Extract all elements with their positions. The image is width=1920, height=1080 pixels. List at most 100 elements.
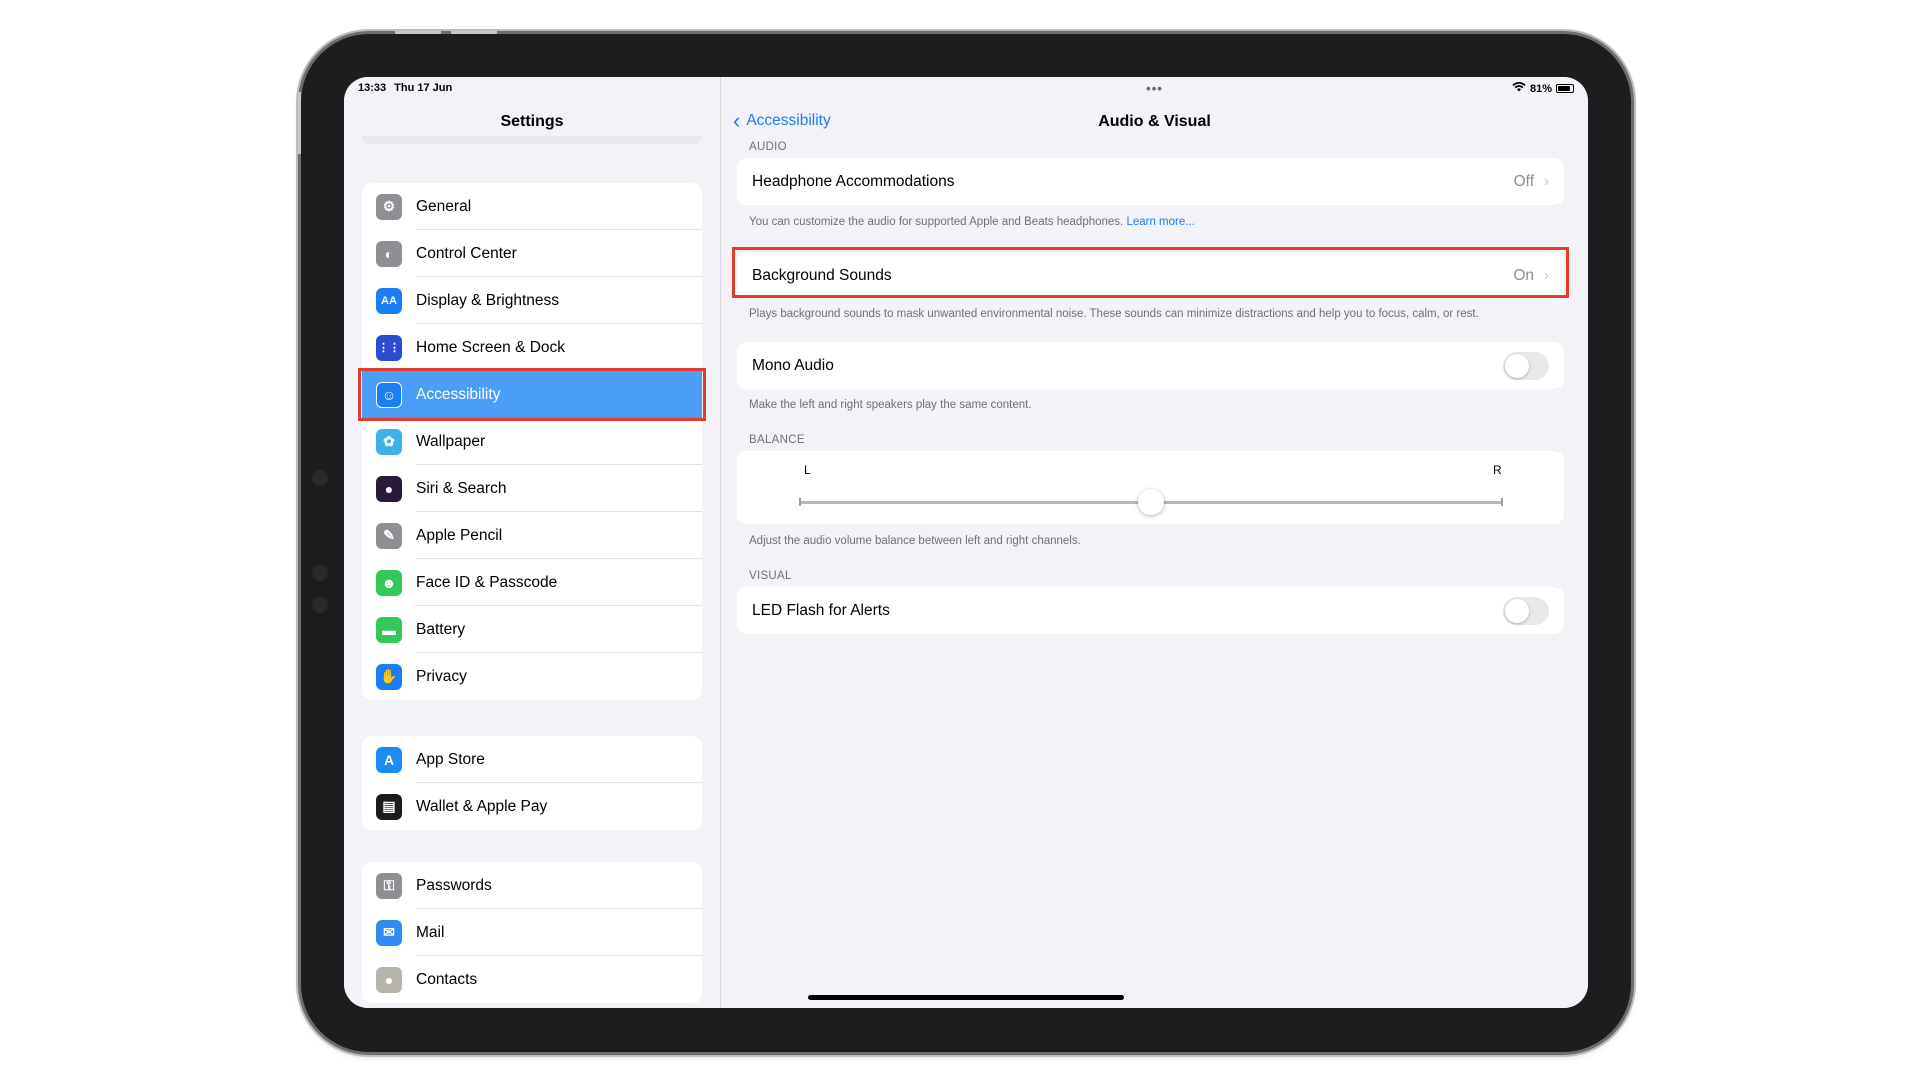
sidebar-item-label: Home Screen & Dock [416, 338, 566, 356]
sidebar-title: Settings [500, 113, 564, 130]
page-title: Audio & Visual [1098, 113, 1211, 130]
led-flash-toggle[interactable] [1503, 596, 1549, 625]
sidebar-item-apple-pencil[interactable]: ✎ Apple Pencil [362, 512, 702, 559]
settings-sidebar: 13:33 Thu 17 Jun Settings ⚙ General ◐ Contro… [344, 77, 721, 1008]
status-date: Thu 17 Jun [394, 82, 453, 94]
sidebar-item-label: Accessibility [416, 385, 501, 403]
headphone-footer: You can customize the audio for supporte… [749, 216, 1195, 228]
pencil-icon: ✎ [376, 522, 402, 549]
learn-more-link[interactable]: Learn more... [1126, 216, 1194, 228]
background-sounds-value: On [1513, 266, 1534, 284]
wifi-icon [1512, 82, 1526, 95]
top-button-left [395, 31, 441, 34]
sidebar-group-store: A App Store ▤ Wallet & Apple Pay [362, 736, 702, 830]
mono-audio-row: Mono Audio [737, 342, 1564, 389]
balance-slider-thumb[interactable] [1138, 489, 1164, 515]
sidebar-item-label: Wallet & Apple Pay [416, 797, 548, 815]
detail-pane: ••• 81% ‹ Accessibility Audio & Visual A… [721, 77, 1588, 1008]
home-indicator[interactable] [808, 995, 1124, 1000]
background-sounds-footer: Plays background sounds to mask unwanted… [749, 308, 1479, 320]
sidebar-item-label: Mail [416, 923, 445, 941]
sidebar-item-accessibility[interactable]: ☺ Accessibility [362, 371, 702, 418]
balance-left-label: L [804, 463, 811, 477]
siri-icon: ● [376, 475, 402, 502]
status-right: 81% [1512, 82, 1574, 95]
contacts-icon: ● [376, 966, 402, 993]
balance-tick-right [1501, 498, 1503, 506]
sidebar-group-apps: ⚿ Passwords ✉ Mail ● Contacts [362, 862, 702, 1003]
face-id-icon: ☻ [376, 569, 402, 596]
headphone-accommodations-card: Headphone Accommodations Off › [737, 158, 1564, 205]
sidebar-item-mail[interactable]: ✉ Mail [362, 909, 702, 956]
sidebar-item-general[interactable]: ⚙ General [362, 183, 702, 230]
section-header-balance: BALANCE [749, 434, 805, 446]
side-button [298, 92, 301, 154]
mail-icon: ✉ [376, 919, 402, 946]
camera-dot-3 [312, 597, 328, 613]
sidebar-item-label: General [416, 197, 472, 215]
sidebar-item-control-center[interactable]: ◐ Control Center [362, 230, 702, 277]
balance-footer: Adjust the audio volume balance between … [749, 535, 1081, 547]
gear-icon: ⚙ [376, 193, 402, 220]
camera-dot-1 [312, 470, 328, 486]
sidebar-item-label: Apple Pencil [416, 526, 503, 544]
section-header-visual: VISUAL [749, 570, 792, 582]
sidebar-item-app-store[interactable]: A App Store [362, 736, 702, 783]
sidebar-item-battery[interactable]: ▬ Battery [362, 606, 702, 653]
sidebar-item-wallpaper[interactable]: ✿ Wallpaper [362, 418, 702, 465]
sidebar-item-label: Control Center [416, 244, 517, 262]
led-flash-row: LED Flash for Alerts [737, 587, 1564, 634]
headphone-accommodations-label: Headphone Accommodations [752, 172, 955, 190]
sidebar-item-privacy[interactable]: ✋ Privacy [362, 653, 702, 700]
mono-audio-label: Mono Audio [752, 356, 834, 374]
battery-percentage: 81% [1529, 82, 1552, 95]
headphone-accommodations-row[interactable]: Headphone Accommodations Off › [737, 158, 1564, 205]
multitasking-dots[interactable]: ••• [721, 81, 1588, 96]
balance-slider-track[interactable] [799, 489, 1503, 515]
sidebar-item-passwords[interactable]: ⚿ Passwords [362, 862, 702, 909]
mono-audio-card: Mono Audio [737, 342, 1564, 389]
background-sounds-label: Background Sounds [752, 266, 892, 284]
sidebar-item-label: App Store [416, 750, 485, 768]
sidebar-item-home-screen-and-dock[interactable]: ⋮⋮ Home Screen & Dock [362, 324, 702, 371]
mono-audio-toggle[interactable] [1503, 351, 1549, 380]
sidebar-group-system: ⚙ General ◐ Control Center AA Display & Brigh… [362, 183, 702, 700]
chevron-right-icon: › [1544, 173, 1549, 190]
sidebar-item-siri-and-search[interactable]: ● Siri & Search [362, 465, 702, 512]
battery-status-icon [1556, 84, 1574, 93]
app-grid-icon: ⋮⋮ [376, 334, 402, 361]
sidebar-item-label: Siri & Search [416, 479, 507, 497]
sidebar-item-label: Passwords [416, 876, 492, 894]
balance-tick-left [799, 498, 801, 506]
led-flash-label: LED Flash for Alerts [752, 601, 890, 619]
background-sounds-card: Background Sounds On › [737, 252, 1564, 299]
ipad-screen: 13:33 Thu 17 Jun Settings ⚙ General ◐ Contro… [344, 77, 1588, 1008]
headphone-accommodations-value: Off [1513, 172, 1534, 190]
sidebar-item-wallet-and-apple-pay[interactable]: ▤ Wallet & Apple Pay [362, 783, 702, 830]
sidebar-item-label: Battery [416, 620, 466, 638]
key-icon: ⚿ [376, 872, 402, 899]
balance-right-label: R [1493, 463, 1502, 477]
status-time-date: 13:33 Thu 17 Jun [358, 82, 460, 94]
mono-audio-footer: Make the left and right speakers play th… [749, 399, 1032, 411]
chevron-right-icon: › [1544, 267, 1549, 284]
background-sounds-row[interactable]: Background Sounds On › [737, 252, 1564, 299]
sidebar-item-label: Face ID & Passcode [416, 573, 558, 591]
sidebar-item-display-and-brightness[interactable]: AA Display & Brightness [362, 277, 702, 324]
top-button-right [451, 31, 497, 34]
led-flash-card: LED Flash for Alerts [737, 587, 1564, 634]
sidebar-item-contacts[interactable]: ● Contacts [362, 956, 702, 1003]
sidebar-item-label: Wallpaper [416, 432, 486, 450]
battery-icon: ▬ [376, 616, 402, 643]
toggles-icon: ◐ [376, 240, 402, 267]
accessibility-icon: ☺ [376, 381, 402, 408]
search-field-edge[interactable] [362, 136, 702, 144]
sidebar-item-face-id-and-passcode[interactable]: ☻ Face ID & Passcode [362, 559, 702, 606]
flower-icon: ✿ [376, 428, 402, 455]
wallet-icon: ▤ [376, 793, 402, 820]
sidebar-item-label: Privacy [416, 667, 467, 685]
section-header-audio: AUDIO [749, 141, 787, 153]
text-size-icon: AA [376, 287, 402, 314]
headphone-footer-text: You can customize the audio for supporte… [749, 216, 1124, 228]
balance-card: L R [737, 451, 1564, 524]
